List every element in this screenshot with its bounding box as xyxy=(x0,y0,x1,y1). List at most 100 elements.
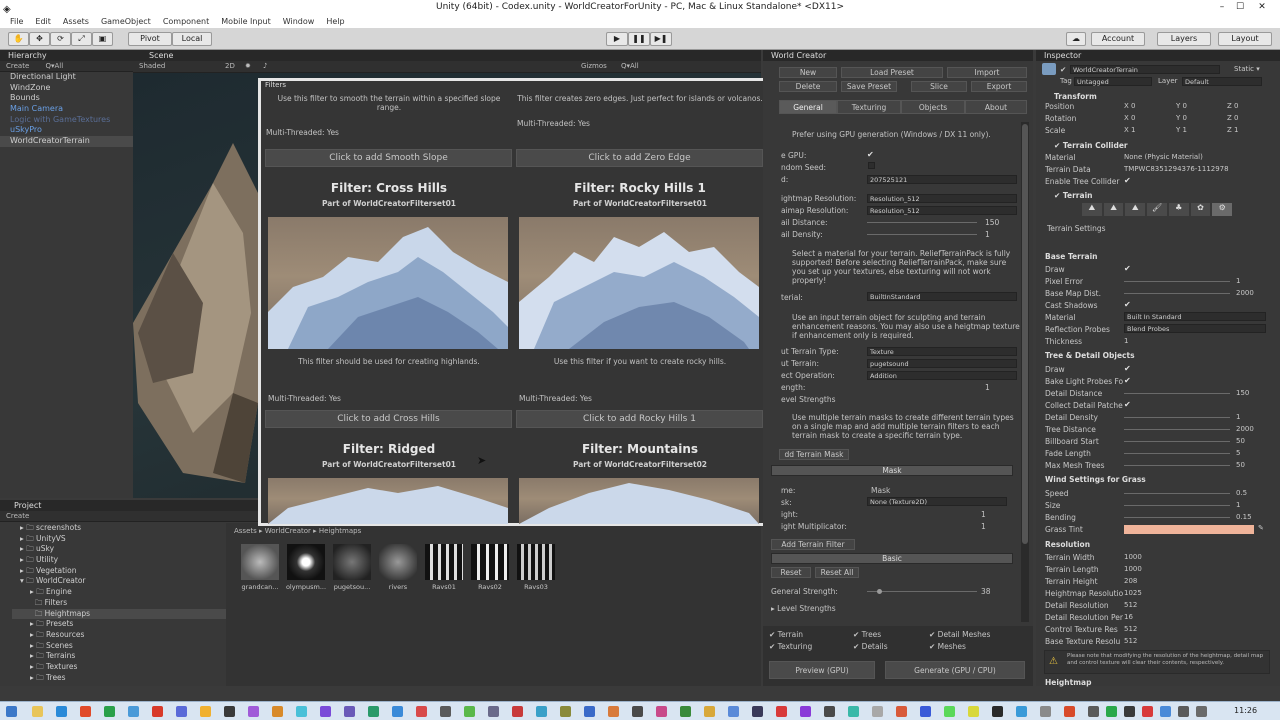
app-icon[interactable] xyxy=(704,706,715,717)
basemap-distance-value[interactable]: 2000 xyxy=(1236,289,1254,297)
app-icon[interactable] xyxy=(920,706,931,717)
use-gpu-checkbox[interactable]: ✔ xyxy=(867,150,874,159)
paint-height-icon[interactable]: ⛰ xyxy=(1103,203,1124,216)
pixel-error-value[interactable]: 1 xyxy=(1236,277,1240,285)
billboard-start-slider[interactable] xyxy=(1124,441,1230,442)
app-icon-active[interactable] xyxy=(464,706,475,717)
app-icon[interactable] xyxy=(392,706,403,717)
add-zero-edge-button[interactable]: Click to add Zero Edge xyxy=(516,149,763,167)
heightmap-thumbnail[interactable] xyxy=(471,544,509,580)
detail-resolution-dropdown[interactable]: Resolution_512 xyxy=(867,206,1017,215)
app-icon[interactable] xyxy=(296,706,307,717)
close-button[interactable]: ✕ xyxy=(1254,0,1270,15)
transform-header[interactable]: Transform xyxy=(1054,92,1097,101)
position-x[interactable]: X 0 xyxy=(1124,102,1135,110)
chrome-icon[interactable] xyxy=(80,706,91,717)
start-icon[interactable] xyxy=(6,706,17,717)
enable-tree-collider-checkbox[interactable]: ✔ xyxy=(1124,176,1131,185)
app-icon[interactable] xyxy=(176,706,187,717)
general-strength-slider[interactable] xyxy=(867,591,977,592)
app-icon[interactable] xyxy=(536,706,547,717)
tray-icon[interactable] xyxy=(1088,706,1099,717)
details-checkbox[interactable]: ✔ Details xyxy=(853,642,888,651)
mode-2d-button[interactable]: 2D xyxy=(225,61,235,72)
folder-item[interactable]: ▸ 🗀 uSky xyxy=(12,544,226,555)
texturing-checkbox[interactable]: ✔ Texturing xyxy=(769,642,812,651)
hierarchy-create-button[interactable]: Create xyxy=(6,62,29,70)
folder-item[interactable]: ▸ 🗀 Terrains xyxy=(12,651,226,662)
detail-density-value[interactable]: 1 xyxy=(1236,413,1240,421)
menu-window[interactable]: Window xyxy=(277,17,321,26)
material-dropdown[interactable]: BuiltInStandard xyxy=(867,292,1017,301)
input-terrain-type-dropdown[interactable]: Texture xyxy=(867,347,1017,356)
visual-studio-icon[interactable] xyxy=(344,706,355,717)
heightmap-resolution-value[interactable]: 1025 xyxy=(1124,589,1142,597)
hierarchy-item[interactable]: Directional Light xyxy=(0,72,133,83)
place-trees-icon[interactable]: ♣ xyxy=(1168,203,1189,216)
add-smooth-slope-button[interactable]: Click to add Smooth Slope xyxy=(265,149,512,167)
folder-item[interactable]: ▸ 🗀 Presets xyxy=(12,619,226,630)
shaded-dropdown[interactable]: Shaded xyxy=(139,62,165,70)
move-tool-icon[interactable]: ✥ xyxy=(29,32,50,46)
tag-dropdown[interactable]: Untagged xyxy=(1074,77,1152,86)
mask-texture-field[interactable]: None (Texture2D) xyxy=(867,497,1007,506)
hierarchy-item[interactable]: Bounds xyxy=(0,93,133,104)
app-icon[interactable] xyxy=(608,706,619,717)
app-icon[interactable] xyxy=(440,706,451,717)
scene-tab[interactable]: Scene xyxy=(133,50,761,61)
effect-operation-dropdown[interactable]: Addition xyxy=(867,371,1017,380)
add-cross-hills-button[interactable]: Click to add Cross Hills xyxy=(265,410,512,428)
heightmap-thumbnail[interactable] xyxy=(379,544,417,580)
tab-general[interactable]: General xyxy=(779,100,837,114)
terrain-header[interactable]: ✔ Terrain xyxy=(1054,191,1092,200)
cloud-icon[interactable]: ☁ xyxy=(1066,32,1086,46)
rotate-tool-icon[interactable]: ⟳ xyxy=(50,32,71,46)
terrain-data-field[interactable]: TMPWC8351294376-1112978 xyxy=(1124,165,1229,173)
detail-density-slider[interactable] xyxy=(867,234,977,235)
scale-x[interactable]: X 1 xyxy=(1124,126,1135,134)
tree-distance-value[interactable]: 2000 xyxy=(1236,425,1254,433)
seed-field[interactable]: 207525121 xyxy=(867,175,1017,184)
detail-resolution-per-patch-value[interactable]: 16 xyxy=(1124,613,1133,621)
tab-objects[interactable]: Objects xyxy=(901,100,965,114)
terrain-height-value[interactable]: 208 xyxy=(1124,577,1137,585)
app-icon[interactable] xyxy=(944,706,955,717)
detail-distance-value[interactable]: 150 xyxy=(1236,389,1249,397)
folder-item[interactable]: ▸ 🗀 Vegetation xyxy=(12,566,226,577)
reset-all-button[interactable]: Reset All xyxy=(815,567,859,578)
folder-item[interactable]: ▸ 🗀 screenshots xyxy=(12,523,226,534)
rect-tool-icon[interactable]: ▣ xyxy=(92,32,113,46)
app-icon[interactable] xyxy=(824,706,835,717)
terrain-collider-header[interactable]: ✔ Terrain Collider xyxy=(1054,141,1128,150)
app-icon[interactable] xyxy=(1016,706,1027,717)
tray-icon[interactable] xyxy=(1106,706,1117,717)
app-icon[interactable] xyxy=(680,706,691,717)
terrain-length-value[interactable]: 1000 xyxy=(1124,565,1142,573)
folder-item[interactable]: ▸ 🗀 Textures xyxy=(12,662,226,673)
folder-item-selected[interactable]: 🗀 Heightmaps xyxy=(12,608,226,620)
detail-density-value[interactable]: 1 xyxy=(985,230,990,239)
scale-tool-icon[interactable]: ⤢ xyxy=(71,32,92,46)
heightmap-thumbnail[interactable] xyxy=(287,544,325,580)
visual-studio-icon[interactable] xyxy=(320,706,331,717)
scrollbar-thumb[interactable] xyxy=(1022,124,1028,544)
basic-section-bar[interactable]: Basic xyxy=(771,553,1013,564)
bending-value[interactable]: 0.15 xyxy=(1236,513,1252,521)
menu-assets[interactable]: Assets xyxy=(57,17,95,26)
app-icon[interactable] xyxy=(560,706,571,717)
app-icon[interactable] xyxy=(1064,706,1075,717)
menu-file[interactable]: File xyxy=(4,17,29,26)
hierarchy-search-input[interactable]: Q▾All xyxy=(46,62,64,70)
meshes-checkbox[interactable]: ✔ Meshes xyxy=(929,642,966,651)
height-multiplicator-value[interactable]: 1 xyxy=(981,522,986,531)
lighting-icon[interactable]: ✹ xyxy=(245,61,251,72)
terrain-width-value[interactable]: 1000 xyxy=(1124,553,1142,561)
heightmap-thumbnail[interactable] xyxy=(517,544,555,580)
app-icon[interactable] xyxy=(872,706,883,717)
detail-density-slider[interactable] xyxy=(1124,417,1230,418)
tray-icon[interactable] xyxy=(1124,706,1135,717)
menu-edit[interactable]: Edit xyxy=(29,17,57,26)
project-create-button[interactable]: Create xyxy=(6,512,29,520)
bake-light-probes-checkbox[interactable]: ✔ xyxy=(1124,376,1131,385)
mask-section-bar[interactable]: Mask xyxy=(771,465,1013,476)
